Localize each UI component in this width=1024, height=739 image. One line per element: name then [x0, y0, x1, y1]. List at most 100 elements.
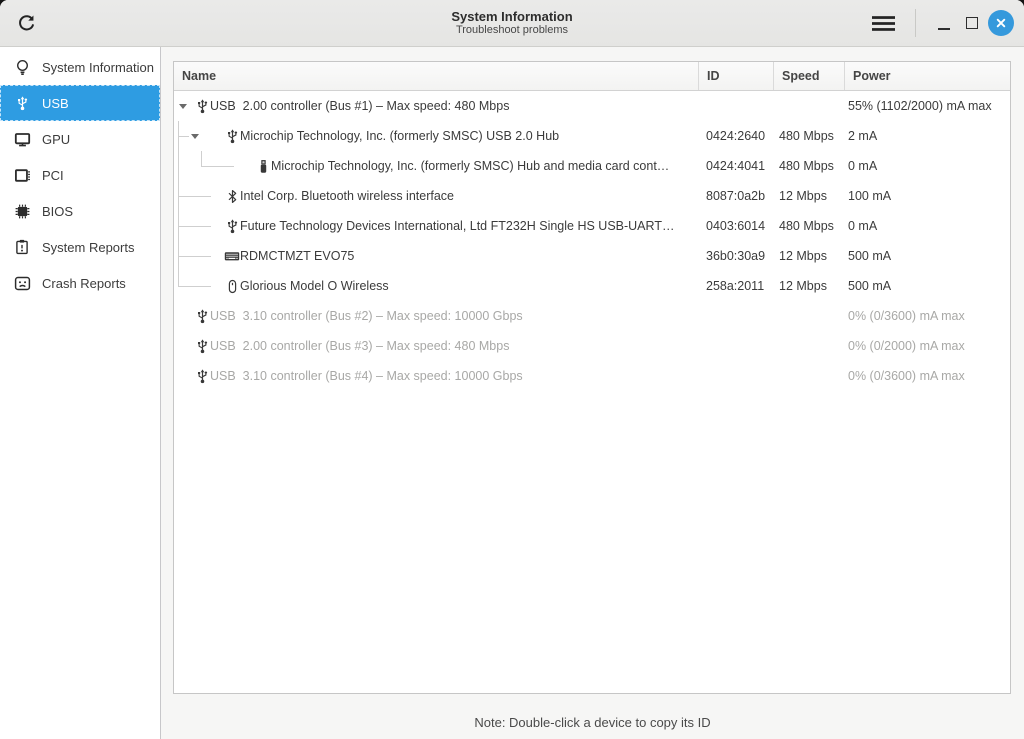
app-window: System Information Troubleshoot problems… [0, 0, 1024, 739]
table-row[interactable]: Intel Corp. Bluetooth wireless interface… [174, 181, 1010, 211]
cell-power: 2 mA [848, 129, 878, 143]
cell-name: USB 2.00 controller (Bus #3) – Max speed… [174, 331, 698, 361]
mouse-icon [224, 278, 240, 294]
cell-speed [773, 331, 844, 361]
maximize-button[interactable] [958, 8, 986, 38]
cell-power: 0% (0/2000) mA max [848, 339, 965, 353]
close-icon [993, 15, 1009, 31]
device-name: Glorious Model O Wireless [240, 279, 389, 293]
cell-id [698, 361, 773, 391]
sidebar-item-pci[interactable]: PCI [0, 157, 160, 193]
cell-name: Microchip Technology, Inc. (formerly SMS… [174, 121, 698, 151]
sidebar-item-label: USB [42, 95, 69, 111]
table-row[interactable]: RDMCTMZT EVO75 36b0:30a9 12 Mbps 500 mA [174, 241, 1010, 271]
sidebar-item-label: GPU [42, 131, 71, 147]
device-name: Intel Corp. Bluetooth wireless interface [240, 189, 454, 203]
cell-speed: 480 Mbps [779, 219, 834, 233]
column-header-power[interactable]: Power [844, 62, 1010, 90]
sidebar-item-usb[interactable]: USB [0, 85, 160, 121]
cell-name: USB 3.10 controller (Bus #2) – Max speed… [174, 301, 698, 331]
device-name: USB 2.00 controller (Bus #1) – Max speed… [210, 99, 510, 113]
tree-line [178, 151, 179, 181]
table-row[interactable]: USB 2.00 controller (Bus #1) – Max speed… [174, 91, 1010, 121]
cell-speed: 480 Mbps [779, 129, 834, 143]
expander-icon[interactable] [191, 133, 199, 139]
device-name: RDMCTMZT EVO75 [240, 249, 355, 263]
sidebar: System Information USB GPU PCI BIOS System Re… [0, 47, 161, 739]
table-row[interactable]: Future Technology Devices International,… [174, 211, 1010, 241]
cell-id [698, 301, 773, 331]
usb-icon [194, 368, 210, 384]
cell-name: Microchip Technology, Inc. (formerly SMS… [174, 151, 698, 181]
column-header-id[interactable]: ID [698, 62, 773, 90]
keyboard-icon [224, 248, 240, 264]
cell-name: Intel Corp. Bluetooth wireless interface [174, 181, 698, 211]
column-header-speed[interactable]: Speed [773, 62, 844, 90]
window-title: System Information [451, 9, 573, 24]
cell-id [698, 91, 773, 121]
device-name: USB 3.10 controller (Bus #2) – Max speed… [210, 309, 523, 323]
sidebar-item-system-reports[interactable]: System Reports [0, 229, 160, 265]
cell-speed [773, 91, 844, 121]
sidebar-item-crash-reports[interactable]: Crash Reports [0, 265, 160, 301]
cell-name: USB 3.10 controller (Bus #4) – Max speed… [174, 361, 698, 391]
lightbulb-icon [13, 58, 31, 76]
cell-power: 0% (0/3600) mA max [848, 369, 965, 383]
cell-power: 500 mA [848, 249, 892, 263]
usb-device-table: Name ID Speed Power USB 2.00 controller … [173, 61, 1011, 694]
table-row[interactable]: USB 2.00 controller (Bus #3) – Max speed… [174, 331, 1010, 361]
sidebar-item-bios[interactable]: BIOS [0, 193, 160, 229]
cell-speed [773, 301, 844, 331]
cell-speed: 12 Mbps [779, 279, 827, 293]
usb-icon [194, 98, 210, 114]
cell-power: 100 mA [848, 189, 892, 203]
column-header-name[interactable]: Name [174, 62, 698, 90]
window-content: System Information USB GPU PCI BIOS System Re… [0, 47, 1024, 739]
refresh-button[interactable] [12, 9, 41, 38]
sidebar-item-label: System Information [42, 59, 154, 75]
tree-line [201, 166, 234, 167]
sidebar-item-label: Crash Reports [42, 275, 126, 291]
sidebar-item-gpu[interactable]: GPU [0, 121, 160, 157]
close-button[interactable] [988, 10, 1014, 36]
tree-line [178, 226, 211, 227]
table-header: Name ID Speed Power [174, 62, 1010, 91]
table-row[interactable]: USB 3.10 controller (Bus #2) – Max speed… [174, 301, 1010, 331]
tree-line [178, 286, 211, 287]
tree-line [178, 136, 189, 137]
sidebar-item-label: BIOS [42, 203, 74, 219]
table-row[interactable]: USB 3.10 controller (Bus #4) – Max speed… [174, 361, 1010, 391]
cell-power: 500 mA [848, 279, 892, 293]
bluetooth-icon [224, 188, 240, 204]
cell-id: 258a:2011 [706, 279, 765, 293]
table-row[interactable]: Microchip Technology, Inc. (formerly SMS… [174, 121, 1010, 151]
tree-line [178, 271, 179, 286]
cell-id: 0424:4041 [706, 159, 766, 173]
table-row[interactable]: Glorious Model O Wireless 258a:2011 12 Mbp… [174, 271, 1010, 301]
usb-icon [13, 94, 31, 112]
cell-speed: 480 Mbps [779, 159, 834, 173]
expander-icon[interactable] [179, 103, 187, 109]
usb-icon [194, 308, 210, 324]
device-name: USB 3.10 controller (Bus #4) – Max speed… [210, 369, 523, 383]
chip-icon [13, 202, 31, 220]
cell-id: 36b0:30a9 [706, 249, 766, 263]
cell-power: 0 mA [848, 219, 878, 233]
device-name: USB 2.00 controller (Bus #3) – Max speed… [210, 339, 510, 353]
table-row[interactable]: Microchip Technology, Inc. (formerly SMS… [174, 151, 1010, 181]
cell-speed: 12 Mbps [779, 189, 827, 203]
headerbar-separator [915, 9, 916, 37]
device-name: Future Technology Devices International,… [240, 219, 675, 233]
cell-name: Future Technology Devices International,… [174, 211, 698, 241]
flash-drive-icon [255, 158, 271, 174]
tree-line [201, 151, 202, 166]
menu-button[interactable] [868, 11, 899, 36]
cell-power: 0 mA [848, 159, 878, 173]
sidebar-item-system-information[interactable]: System Information [0, 49, 160, 85]
minimize-button[interactable] [930, 8, 958, 38]
device-name: Microchip Technology, Inc. (formerly SMS… [271, 159, 670, 173]
cell-id: 0403:6014 [706, 219, 766, 233]
cell-id [698, 331, 773, 361]
tree-line [178, 196, 211, 197]
tree-line [178, 256, 211, 257]
